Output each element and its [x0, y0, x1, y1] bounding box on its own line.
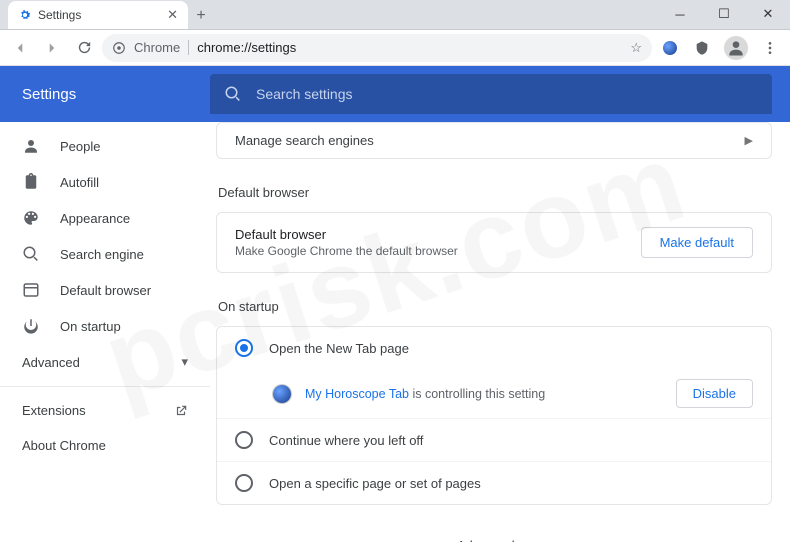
disable-extension-button[interactable]: Disable — [676, 379, 753, 408]
palette-icon — [22, 209, 40, 227]
browser-tab[interactable]: Settings ✕ — [8, 1, 188, 29]
profile-avatar[interactable] — [724, 36, 748, 60]
startup-option-newtab[interactable]: Open the New Tab page — [217, 327, 771, 369]
person-icon — [22, 137, 40, 155]
page-title: Settings — [22, 86, 210, 103]
sidebar-item-people[interactable]: People — [0, 128, 210, 164]
on-startup-card: Open the New Tab page My Horoscope Tab i… — [216, 326, 772, 505]
power-icon — [22, 317, 40, 335]
chevron-down-icon: ▾ — [525, 537, 532, 542]
startup-option-specific[interactable]: Open a specific page or set of pages — [217, 461, 771, 504]
radio-unchecked-icon — [235, 431, 253, 449]
omnibox-security-chip: Chrome — [134, 40, 189, 55]
manage-search-engines-label: Manage search engines — [235, 133, 374, 148]
chrome-chip-icon — [112, 41, 126, 55]
radio-label: Open a specific page or set of pages — [269, 476, 481, 491]
sidebar-item-search-engine[interactable]: Search engine — [0, 236, 210, 272]
radio-label: Continue where you left off — [269, 433, 423, 448]
make-default-button[interactable]: Make default — [641, 227, 753, 258]
new-tab-button[interactable]: + — [188, 3, 214, 29]
omnibox-url: chrome://settings — [197, 40, 296, 55]
sidebar-item-autofill[interactable]: Autofill — [0, 164, 210, 200]
tab-close-icon[interactable]: ✕ — [167, 7, 178, 23]
divider — [0, 386, 210, 387]
window-controls: ─ ☐ ✕ — [658, 0, 790, 29]
sidebar-item-label: On startup — [60, 319, 121, 334]
extension-icon-1[interactable] — [656, 34, 684, 62]
sidebar-item-label: Search engine — [60, 247, 144, 262]
radio-label: Open the New Tab page — [269, 341, 409, 356]
window-title-bar: Settings ✕ + ─ ☐ ✕ — [0, 0, 790, 30]
extension-icon-2[interactable] — [688, 34, 716, 62]
chevron-down-icon: ▾ — [181, 354, 188, 370]
controlling-extension-link[interactable]: My Horoscope Tab — [305, 387, 409, 401]
clipboard-icon — [22, 173, 40, 191]
default-browser-card: Default browser Make Google Chrome the d… — [216, 212, 772, 273]
sidebar-item-label: Default browser — [60, 283, 151, 298]
gear-icon — [18, 8, 32, 22]
sidebar-item-on-startup[interactable]: On startup — [0, 308, 210, 344]
forward-button[interactable] — [38, 34, 66, 62]
extensions-label: Extensions — [22, 403, 86, 418]
default-browser-heading: Default browser — [235, 227, 458, 242]
advanced-footer-toggle[interactable]: Advanced ▾ — [216, 523, 772, 542]
manage-search-engines-card[interactable]: Manage search engines ▶ — [216, 122, 772, 159]
sidebar-extensions-link[interactable]: Extensions — [0, 393, 210, 428]
sidebar-about-link[interactable]: About Chrome — [0, 428, 210, 463]
radio-checked-icon — [235, 339, 253, 357]
menu-button[interactable] — [756, 34, 784, 62]
default-browser-section-title: Default browser — [216, 177, 772, 212]
search-icon — [22, 245, 40, 263]
radio-unchecked-icon — [235, 474, 253, 492]
external-link-icon — [174, 404, 188, 418]
sidebar-advanced-toggle[interactable]: Advanced ▾ — [0, 344, 210, 380]
about-label: About Chrome — [22, 438, 106, 453]
sidebar: People Autofill Appearance Search engine… — [0, 122, 210, 542]
search-icon — [224, 85, 242, 103]
browser-toolbar: Chrome chrome://settings ☆ — [0, 30, 790, 66]
advanced-label: Advanced — [22, 355, 80, 370]
sidebar-item-label: Autofill — [60, 175, 99, 190]
search-settings-field[interactable] — [210, 74, 772, 114]
extension-control-notice: My Horoscope Tab is controlling this set… — [217, 369, 771, 418]
settings-header: Settings — [0, 66, 790, 122]
search-settings-input[interactable] — [256, 86, 758, 102]
startup-option-continue[interactable]: Continue where you left off — [217, 418, 771, 461]
extension-badge-icon — [273, 385, 291, 403]
sidebar-item-appearance[interactable]: Appearance — [0, 200, 210, 236]
maximize-button[interactable]: ☐ — [702, 0, 746, 29]
settings-main: Manage search engines ▶ Default browser … — [210, 122, 790, 542]
sidebar-item-label: Appearance — [60, 211, 130, 226]
tab-title: Settings — [38, 8, 81, 22]
sidebar-item-default-browser[interactable]: Default browser — [0, 272, 210, 308]
minimize-button[interactable]: ─ — [658, 0, 702, 29]
advanced-footer-label: Advanced — [457, 538, 515, 542]
default-browser-sub: Make Google Chrome the default browser — [235, 244, 458, 258]
bookmark-star-icon[interactable]: ☆ — [630, 40, 642, 56]
close-window-button[interactable]: ✕ — [746, 0, 790, 29]
browser-icon — [22, 281, 40, 299]
address-bar[interactable]: Chrome chrome://settings ☆ — [102, 34, 652, 62]
reload-button[interactable] — [70, 34, 98, 62]
on-startup-section-title: On startup — [216, 291, 772, 326]
back-button[interactable] — [6, 34, 34, 62]
chevron-right-icon: ▶ — [745, 134, 753, 147]
notice-text: My Horoscope Tab is controlling this set… — [305, 387, 545, 401]
sidebar-item-label: People — [60, 139, 100, 154]
